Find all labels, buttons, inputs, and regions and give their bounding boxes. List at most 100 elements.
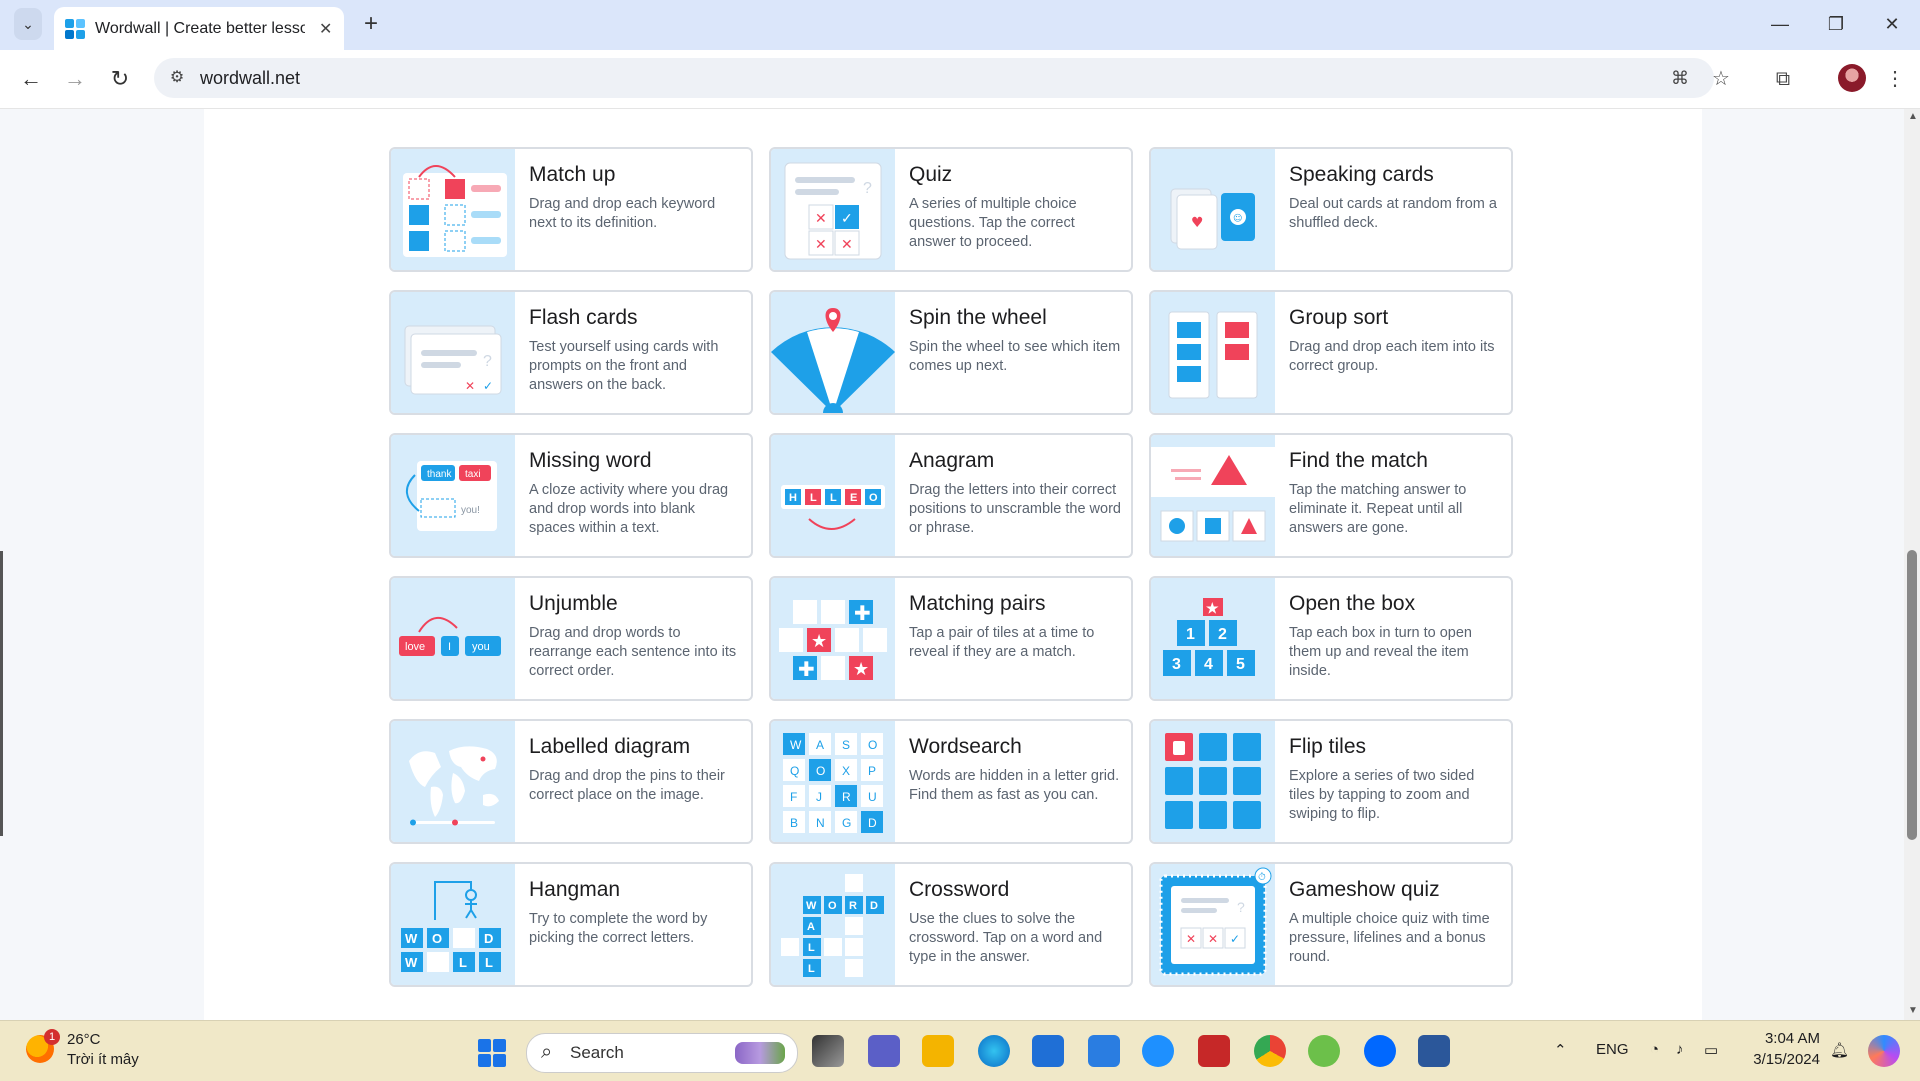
svg-text:★: ★ [1206, 600, 1219, 616]
template-card-group-sort[interactable]: Group sort Drag and drop each item into … [1149, 290, 1513, 415]
card-desc: Spin the wheel to see which item comes u… [909, 339, 1121, 374]
wordsearch-letter: J [816, 790, 822, 804]
svg-text:✕: ✕ [465, 379, 475, 393]
reload-icon[interactable]: ↻ [105, 64, 135, 94]
template-card-flash-cards[interactable]: ? ✕ ✓ Flash cards Test yourself using ca… [389, 290, 753, 415]
bookmark-star-icon[interactable]: ☆ [1706, 64, 1736, 94]
card-desc: A series of multiple choice questions. T… [909, 196, 1077, 250]
anagram-letter: L [810, 492, 817, 504]
tab-close-icon[interactable]: ✕ [319, 19, 332, 39]
weather-description[interactable]: Trời ít mây [67, 1051, 139, 1068]
menu-kebab-icon[interactable]: ⋮ [1880, 64, 1910, 94]
scroll-thumb[interactable] [1907, 550, 1917, 840]
close-window-button[interactable]: ✕ [1864, 10, 1920, 38]
restore-button[interactable]: ❐ [1808, 10, 1864, 38]
unjumble-word: I [448, 641, 451, 653]
weather-alert-badge: 1 [44, 1029, 60, 1045]
scroll-down-arrow-icon[interactable]: ▼ [1908, 1005, 1918, 1016]
help-icon[interactable] [1142, 1035, 1174, 1067]
language-indicator[interactable]: ENG [1596, 1041, 1629, 1058]
template-card-matching-pairs[interactable]: ✚ ★ ✚ ★ Matching pairs Tap a pair of til… [769, 576, 1133, 701]
battery-icon[interactable]: ▭ [1704, 1041, 1718, 1059]
template-card-flip-tiles[interactable]: Flip tiles Explore a series of two sided… [1149, 719, 1513, 844]
template-card-spin-the-wheel[interactable]: Spin the wheel Spin the wheel to see whi… [769, 290, 1133, 415]
site-info-tune-icon[interactable]: ⚙ [166, 67, 188, 89]
wordsearch-letter: S [842, 738, 850, 752]
labelled-diagram-thumbnail-icon [391, 721, 515, 842]
svg-text:✓: ✓ [483, 379, 493, 393]
spin-wheel-thumbnail-icon [771, 292, 895, 413]
weather-temperature[interactable]: 26°C [67, 1031, 101, 1048]
clock-date[interactable]: 3/15/2024 [1745, 1051, 1820, 1068]
svg-text:✓: ✓ [1230, 932, 1240, 946]
url-text[interactable]: wordwall.net [200, 68, 300, 89]
wordsearch-letter: N [816, 816, 825, 830]
new-tab-plus-icon[interactable]: + [357, 10, 385, 38]
browser-tab-active[interactable]: Wordwall | Create better lessons quicker… [54, 7, 344, 50]
wordsearch-letter: X [842, 764, 850, 778]
minimize-button[interactable]: — [1752, 10, 1808, 38]
clock-time[interactable]: 3:04 AM [1760, 1030, 1820, 1047]
start-windows-icon[interactable] [478, 1039, 506, 1067]
taskbar-search[interactable]: ⌕ Search [526, 1033, 798, 1073]
template-card-wordsearch[interactable]: WA S O Q O X P F J R U B N G D Wordsearch Words are hi… [769, 719, 1133, 844]
zalo-icon[interactable] [1364, 1035, 1396, 1067]
wordsearch-letter: O [868, 738, 877, 752]
left-edge-bar [0, 551, 3, 836]
notification-bell-icon[interactable]: 🔔︎ [1830, 1041, 1849, 1059]
page-scrollbar[interactable]: ▲ ▼ [1904, 109, 1920, 1020]
template-card-missing-word[interactable]: thank taxi you! Missing word A cloze act… [389, 433, 753, 558]
profile-avatar[interactable] [1838, 64, 1866, 92]
edge-browser-icon[interactable] [978, 1035, 1010, 1067]
missing-word-chip-thank: thank [427, 469, 452, 480]
file-explorer-icon[interactable] [922, 1035, 954, 1067]
forward-arrow-icon[interactable]: → [60, 64, 90, 94]
crossword-letter: L [808, 942, 815, 954]
copilot-icon[interactable] [1868, 1035, 1900, 1067]
translate-icon[interactable]: ⌘ [1668, 66, 1692, 90]
scroll-up-arrow-icon[interactable]: ▲ [1908, 111, 1918, 122]
template-card-match-up[interactable]: Match up Drag and drop each keyword next… [389, 147, 753, 272]
word-icon[interactable] [1418, 1035, 1450, 1067]
card-title: Hangman [529, 878, 621, 901]
card-desc: Test yourself using cards with prompts o… [529, 339, 719, 393]
microsoft-store-icon[interactable] [1032, 1035, 1064, 1067]
teams-icon[interactable] [868, 1035, 900, 1067]
card-title: Gameshow quiz [1289, 878, 1440, 901]
hangman-letter: L [459, 955, 467, 970]
wifi-icon[interactable]: ◔ [1650, 1041, 1659, 1058]
template-card-gameshow-quiz[interactable]: ? ✕ ✕ ✓ ⏱ Gameshow quiz A multiple choic… [1149, 862, 1513, 987]
mcafee-shield-icon[interactable] [1198, 1035, 1230, 1067]
extensions-puzzle-icon[interactable]: ⧉ [1768, 64, 1798, 94]
card-desc: A multiple choice quiz with time pressur… [1289, 911, 1490, 965]
hangman-letter: W [405, 931, 418, 946]
card-title: Matching pairs [909, 592, 1046, 615]
card-title: Quiz [909, 163, 953, 186]
template-card-crossword[interactable]: W O R D A L L Crossword Use the clues to… [769, 862, 1133, 987]
template-card-unjumble[interactable]: love I you Unjumble Drag and drop words … [389, 576, 753, 701]
wordsearch-letter: O [816, 764, 825, 778]
tab-search-chevron-icon[interactable]: ⌄ [14, 8, 42, 40]
windows-taskbar: 1 26°C Trời ít mây ⌕ Search ⌃ ENG ◔ ♪ ▭ … [0, 1020, 1920, 1081]
crossword-letter: W [806, 900, 817, 912]
template-card-find-the-match[interactable]: Find the match Tap the matching answer t… [1149, 433, 1513, 558]
template-card-anagram[interactable]: H L L E O Anagram Drag the letters into … [769, 433, 1133, 558]
template-card-open-the-box[interactable]: ★ 1 2 3 4 5 Open the box Tap each box in… [1149, 576, 1513, 701]
chrome-icon[interactable] [1254, 1035, 1286, 1067]
group-sort-thumbnail-icon [1151, 292, 1275, 413]
address-bar[interactable]: ⚙ wordwall.net ⌘ [154, 58, 1714, 98]
task-view-icon[interactable] [812, 1035, 844, 1067]
volume-muted-icon[interactable]: ♪ [1676, 1041, 1684, 1058]
svg-text:★: ★ [811, 631, 827, 652]
green-app-icon[interactable] [1308, 1035, 1340, 1067]
show-hidden-icons-chevron-icon[interactable]: ⌃ [1554, 1041, 1567, 1059]
card-desc: Tap the matching answer to eliminate it.… [1289, 482, 1467, 536]
card-title: Spin the wheel [909, 306, 1047, 329]
template-card-speaking-cards[interactable]: ♥ ☺ Speaking cards Deal out cards at ran… [1149, 147, 1513, 272]
template-card-hangman[interactable]: W O D W L L Hangman Try to complete the … [389, 862, 753, 987]
missing-word-text-you: you! [461, 505, 480, 516]
back-arrow-icon[interactable]: ← [16, 64, 46, 94]
template-card-quiz[interactable]: ? ✕ ✓ ✕ ✕ Quiz A series of multiple choi… [769, 147, 1133, 272]
template-card-labelled-diagram[interactable]: Labelled diagram Drag and drop the pins … [389, 719, 753, 844]
myhp-icon[interactable] [1088, 1035, 1120, 1067]
